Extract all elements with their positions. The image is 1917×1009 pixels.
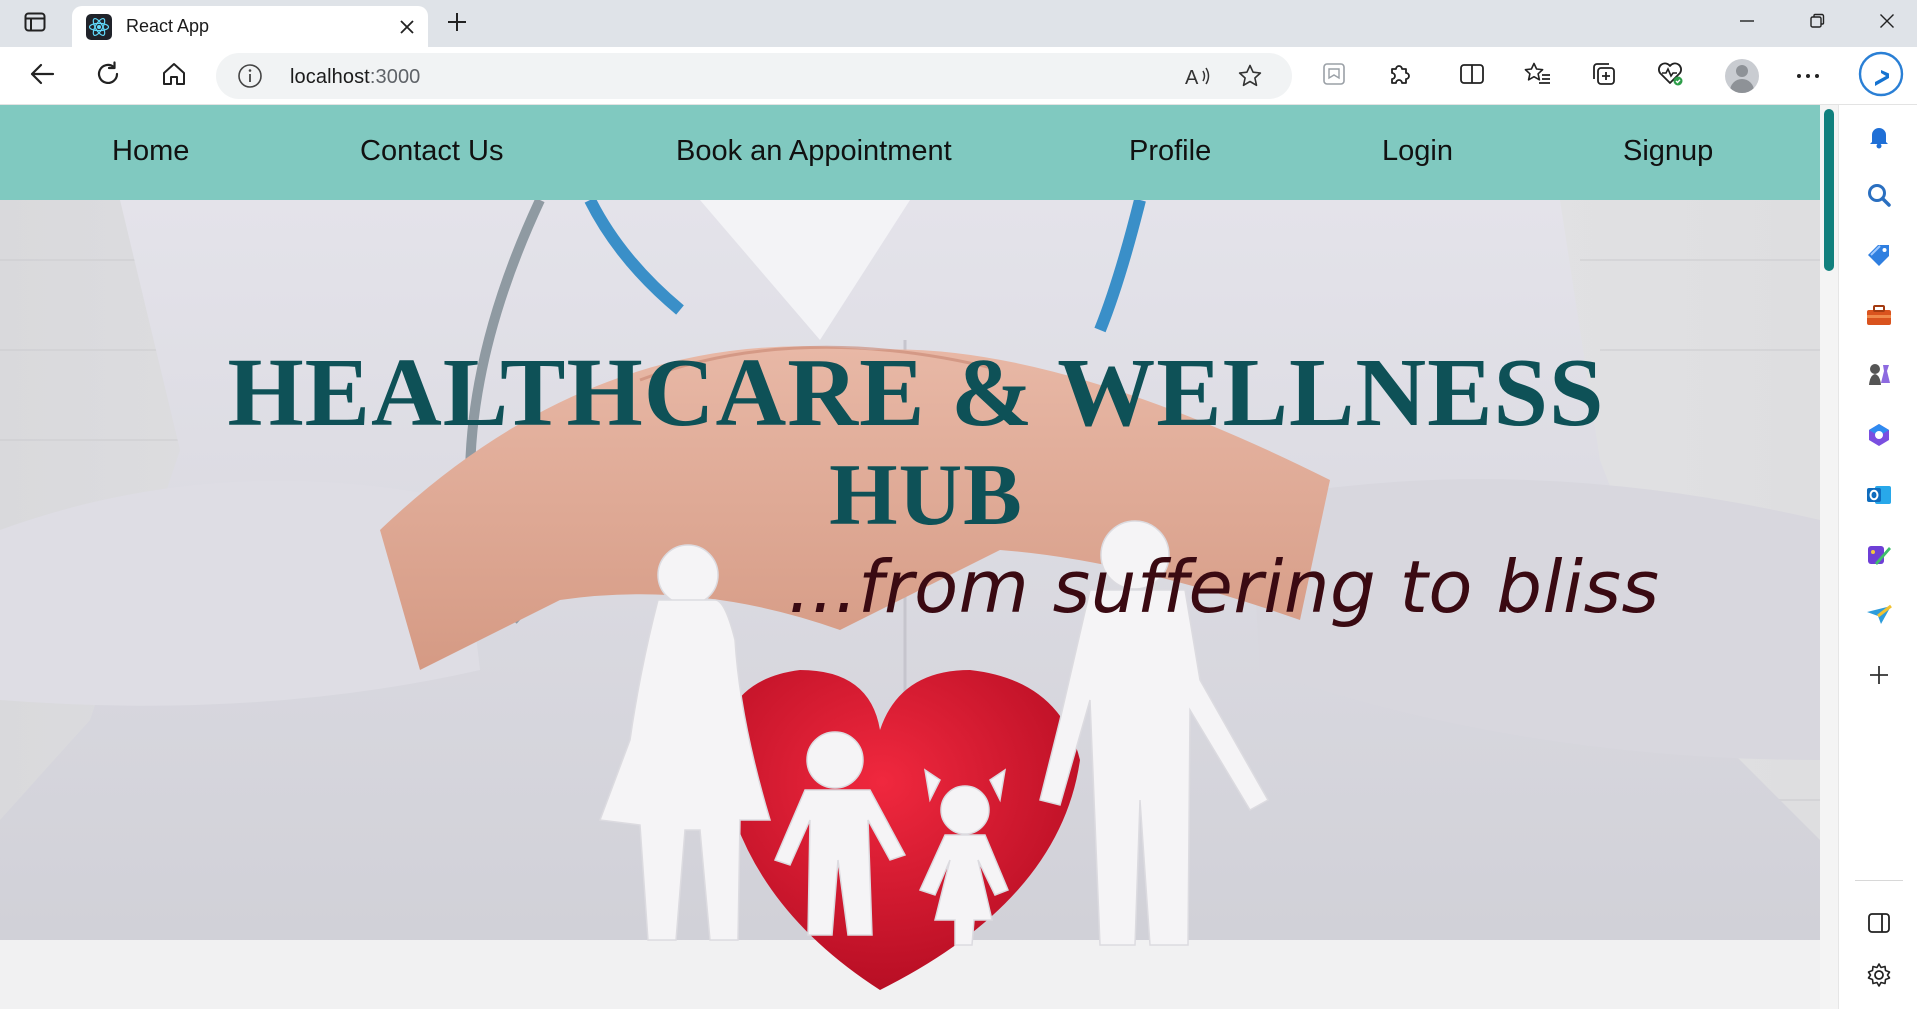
address-bar[interactable]: localhost:3000 A (216, 53, 1292, 99)
shopping-tag-icon (1865, 242, 1893, 273)
nav-home[interactable]: Home (112, 135, 189, 168)
more-icon (1796, 67, 1820, 85)
search-sidebar-button[interactable] (1859, 177, 1899, 217)
profile-avatar (1725, 59, 1759, 93)
restore-icon (1809, 13, 1825, 34)
back-arrow-icon (29, 62, 55, 91)
nav-profile[interactable]: Profile (1129, 135, 1211, 168)
sidebar-settings-button[interactable] (1859, 957, 1899, 997)
page-scrollbar[interactable] (1820, 105, 1838, 1009)
notifications-button[interactable] (1859, 119, 1899, 159)
profile-button[interactable] (1720, 55, 1764, 97)
sidebar-divider (1855, 880, 1903, 881)
back-button[interactable] (22, 57, 62, 95)
browser-title-bar: React App (0, 0, 1917, 47)
browser-toolbar: localhost:3000 A (0, 47, 1917, 105)
home-button[interactable] (154, 57, 194, 95)
extensions-button[interactable] (1380, 57, 1420, 95)
tab-title: React App (126, 16, 210, 36)
bell-icon (1866, 124, 1892, 155)
nav-contact-us[interactable]: Contact Us (360, 135, 503, 168)
close-icon (1879, 13, 1895, 34)
minimize-icon (1739, 13, 1755, 34)
url-text[interactable]: localhost:3000 (290, 66, 420, 89)
browser-essentials-button[interactable] (1650, 57, 1690, 95)
hero-banner: HEALTHCARE & WELLNESS HUB ...from suffer… (0, 200, 1820, 1009)
scrollbar-thumb[interactable] (1824, 109, 1834, 271)
home-icon (161, 61, 187, 92)
outlook-icon (1865, 482, 1893, 513)
favorite-star-icon[interactable] (1234, 61, 1266, 91)
microsoft365-icon (1866, 422, 1892, 453)
microsoft365-button[interactable] (1859, 417, 1899, 457)
favorites-button[interactable] (1518, 57, 1558, 95)
extension-button[interactable] (1314, 57, 1354, 95)
close-window-button[interactable] (1852, 0, 1917, 47)
edge-sidebar (1838, 105, 1917, 1009)
add-icon (1868, 664, 1890, 691)
nav-signup[interactable]: Signup (1623, 135, 1713, 168)
hide-sidebar-button[interactable] (1859, 905, 1899, 945)
info-icon[interactable] (236, 62, 264, 90)
tab-actions-menu-button[interactable] (14, 9, 56, 39)
browser-essentials-icon (1656, 61, 1684, 92)
settings-icon (1866, 962, 1892, 993)
nav-login[interactable]: Login (1382, 135, 1453, 168)
minimize-button[interactable] (1712, 0, 1782, 47)
plus-icon (446, 11, 468, 38)
favorites-icon (1524, 61, 1552, 92)
designer-button[interactable] (1859, 537, 1899, 577)
split-screen-icon (1459, 62, 1485, 91)
restore-button[interactable] (1782, 0, 1852, 47)
url-port: :3000 (369, 66, 421, 88)
outlook-button[interactable] (1859, 477, 1899, 517)
react-logo-icon (86, 13, 112, 40)
new-tab-button[interactable] (440, 8, 474, 40)
refresh-button[interactable] (88, 57, 128, 95)
designer-icon (1865, 541, 1893, 574)
settings-and-more-button[interactable] (1788, 57, 1828, 95)
games-button[interactable] (1859, 357, 1899, 397)
close-tab-icon[interactable] (394, 14, 420, 40)
site-navbar: Home Contact Us Book an Appointment Prof… (0, 105, 1820, 200)
url-host: localhost (290, 66, 370, 88)
read-aloud-icon[interactable]: A (1182, 61, 1214, 91)
hero-title-line-2: HUB (829, 447, 1023, 544)
split-screen-button[interactable] (1452, 57, 1492, 95)
games-icon (1866, 361, 1892, 394)
bing-copilot-icon (1858, 51, 1904, 102)
collections-icon (1591, 61, 1617, 92)
hide-sidebar-icon (1867, 912, 1891, 939)
bing-copilot-button[interactable] (1856, 51, 1906, 101)
shopping-button[interactable] (1859, 237, 1899, 277)
puzzle-icon (1387, 61, 1413, 92)
customize-sidebar-button[interactable] (1859, 657, 1899, 697)
collections-button[interactable] (1584, 57, 1624, 95)
svg-text:A: A (1185, 67, 1199, 88)
hero-tagline: ...from suffering to bliss (788, 545, 1660, 629)
nav-book-appointment[interactable]: Book an Appointment (676, 135, 952, 168)
tab-actions-icon (24, 12, 46, 37)
active-tab[interactable]: React App (72, 6, 428, 47)
hero-title-line-1: HEALTHCARE & WELLNESS (227, 339, 1605, 447)
drop-button[interactable] (1859, 597, 1899, 637)
refresh-icon (95, 60, 121, 92)
page-viewport: Home Contact Us Book an Appointment Prof… (0, 105, 1820, 1009)
tools-button[interactable] (1859, 297, 1899, 337)
tools-icon (1865, 303, 1893, 332)
extension-icon (1322, 62, 1346, 91)
send-icon (1865, 603, 1893, 632)
search-icon (1866, 182, 1892, 213)
